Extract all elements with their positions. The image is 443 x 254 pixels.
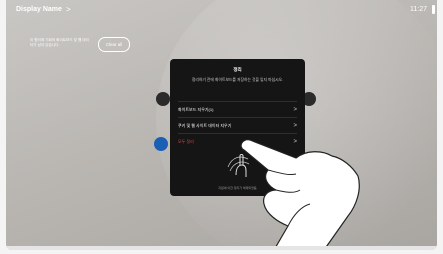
bottom-bar (6, 246, 437, 250)
hand-pointer-icon (240, 139, 360, 250)
room-device-screen: Display Name > 11:27 이 협석에 기회의 화이트보드 및 웹… (6, 0, 437, 250)
